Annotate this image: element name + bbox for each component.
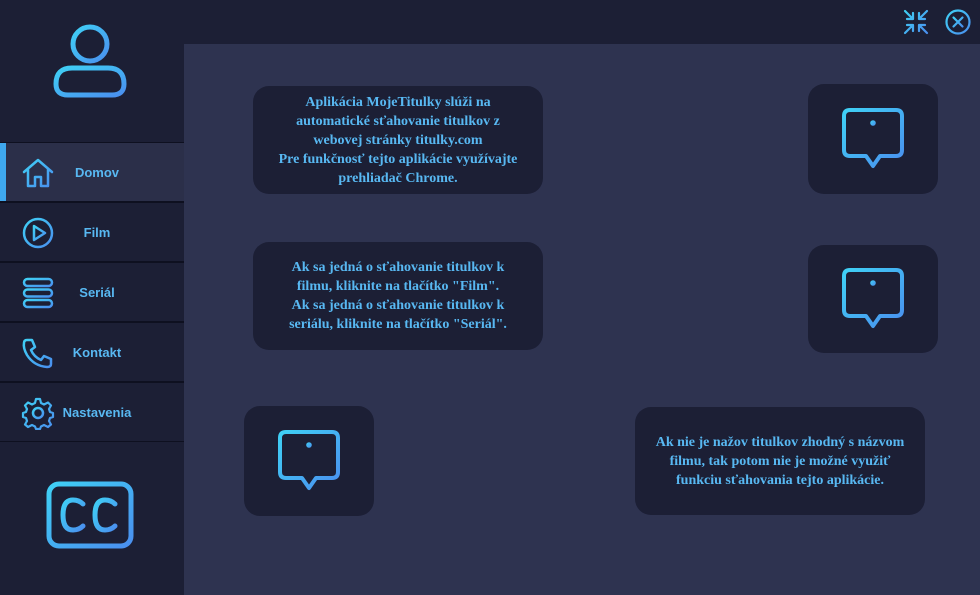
sidebar-item-label: Nastavenia: [62, 405, 132, 420]
intro-info-card: Aplikácia MojeTitulky slúži na automatic…: [253, 86, 543, 194]
play-icon: [22, 217, 54, 249]
shrink-icon[interactable]: [902, 8, 930, 36]
info-box: [808, 245, 938, 353]
title-bar: [184, 0, 980, 44]
gear-icon: [21, 397, 55, 430]
sidebar-item-serial[interactable]: Seriál: [0, 262, 184, 322]
sidebar-nav: Domov Film Seriál Kontakt Nastavenia: [0, 142, 184, 442]
sidebar-item-label: Domov: [74, 165, 120, 180]
stack-icon: [22, 277, 54, 309]
info-box: [244, 406, 374, 516]
closed-captions-icon: [46, 481, 134, 549]
home-icon: [22, 158, 54, 188]
info-bubble-icon: [842, 268, 904, 328]
sidebar-item-label: Seriál: [79, 285, 115, 300]
sidebar-item-kontakt[interactable]: Kontakt: [0, 322, 184, 382]
usage-info-card: Ak sa jedná o sťahovanie titulkov k film…: [253, 242, 543, 350]
sidebar-item-label: Film: [83, 225, 111, 240]
close-icon[interactable]: [944, 8, 972, 36]
phone-icon: [22, 338, 53, 369]
sidebar: Domov Film Seriál Kontakt Nastavenia: [0, 0, 184, 595]
sidebar-item-film[interactable]: Film: [0, 202, 184, 262]
info-bubble-icon: [842, 108, 904, 168]
sidebar-item-label: Kontakt: [72, 345, 122, 360]
sidebar-item-domov[interactable]: Domov: [0, 142, 184, 202]
user-icon: [53, 24, 127, 98]
info-box: [808, 84, 938, 194]
info-bubble-icon: [278, 430, 340, 490]
warning-info-card: Ak nie je nažov titulkov zhodný s názvom…: [635, 407, 925, 515]
sidebar-item-nastavenia[interactable]: Nastavenia: [0, 382, 184, 442]
